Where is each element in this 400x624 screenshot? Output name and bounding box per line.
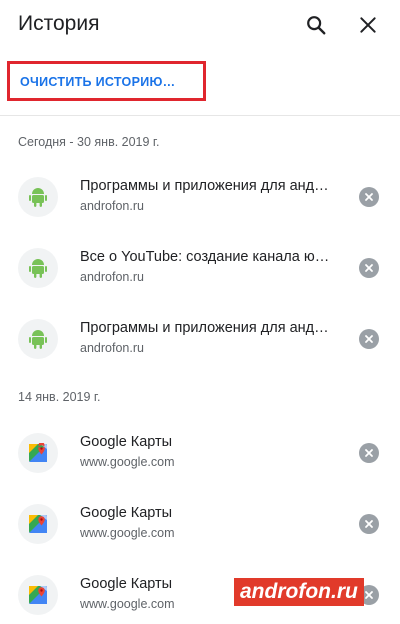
android-icon bbox=[29, 259, 47, 278]
history-item[interactable]: Все о YouTube: создание канала ю… androf… bbox=[0, 239, 400, 297]
site-favicon bbox=[18, 575, 58, 615]
history-item[interactable]: Программы и приложения для анд… androfon… bbox=[0, 310, 400, 368]
remove-item-button[interactable] bbox=[359, 329, 379, 349]
history-item-url: androfon.ru bbox=[80, 270, 144, 284]
remove-item-button[interactable] bbox=[359, 514, 379, 534]
history-item-title: Google Карты bbox=[80, 505, 173, 521]
history-item[interactable]: Google Карты www.google.com bbox=[0, 424, 400, 482]
history-item-title: Все о YouTube: создание канала ю… bbox=[80, 249, 330, 265]
app-bar: История bbox=[0, 0, 400, 52]
remove-item-button[interactable] bbox=[359, 443, 379, 463]
close-icon bbox=[360, 17, 376, 33]
close-button[interactable] bbox=[355, 12, 381, 38]
remove-item-button[interactable] bbox=[359, 258, 379, 278]
android-icon bbox=[29, 330, 47, 349]
google-maps-icon bbox=[29, 515, 47, 533]
history-item-url: www.google.com bbox=[80, 597, 175, 611]
google-maps-icon bbox=[29, 586, 47, 604]
history-item-url: androfon.ru bbox=[80, 341, 144, 355]
site-favicon bbox=[18, 319, 58, 359]
close-icon bbox=[365, 520, 373, 528]
section-date-header: 14 янв. 2019 г. bbox=[18, 390, 101, 404]
remove-item-button[interactable] bbox=[359, 187, 379, 207]
history-item[interactable]: Программы и приложения для анд… androfon… bbox=[0, 168, 400, 226]
history-item-title: Google Карты bbox=[80, 434, 173, 450]
close-icon bbox=[365, 591, 373, 599]
history-item-url: www.google.com bbox=[80, 526, 175, 540]
close-icon bbox=[365, 193, 373, 201]
section-date-header: Сегодня - 30 янв. 2019 г. bbox=[18, 135, 160, 149]
search-button[interactable] bbox=[303, 12, 329, 38]
android-icon bbox=[29, 188, 47, 207]
history-item-url: androfon.ru bbox=[80, 199, 144, 213]
history-item-title: Программы и приложения для анд… bbox=[80, 178, 329, 194]
history-item[interactable]: Google Карты www.google.com bbox=[0, 495, 400, 553]
site-favicon bbox=[18, 248, 58, 288]
close-icon bbox=[365, 264, 373, 272]
site-favicon bbox=[18, 433, 58, 473]
close-icon bbox=[365, 335, 373, 343]
history-item-url: www.google.com bbox=[80, 455, 175, 469]
divider bbox=[0, 115, 400, 116]
site-favicon bbox=[18, 177, 58, 217]
site-favicon bbox=[18, 504, 58, 544]
history-item-title: Программы и приложения для анд… bbox=[80, 320, 329, 336]
close-icon bbox=[365, 449, 373, 457]
page-title: История bbox=[18, 12, 100, 35]
google-maps-icon bbox=[29, 443, 47, 462]
watermark: androfon.ru bbox=[234, 578, 364, 606]
clear-history-highlight: ОЧИСТИТЬ ИСТОРИЮ… bbox=[7, 61, 206, 101]
clear-history-button[interactable]: ОЧИСТИТЬ ИСТОРИЮ… bbox=[20, 75, 175, 89]
search-icon bbox=[307, 16, 326, 35]
